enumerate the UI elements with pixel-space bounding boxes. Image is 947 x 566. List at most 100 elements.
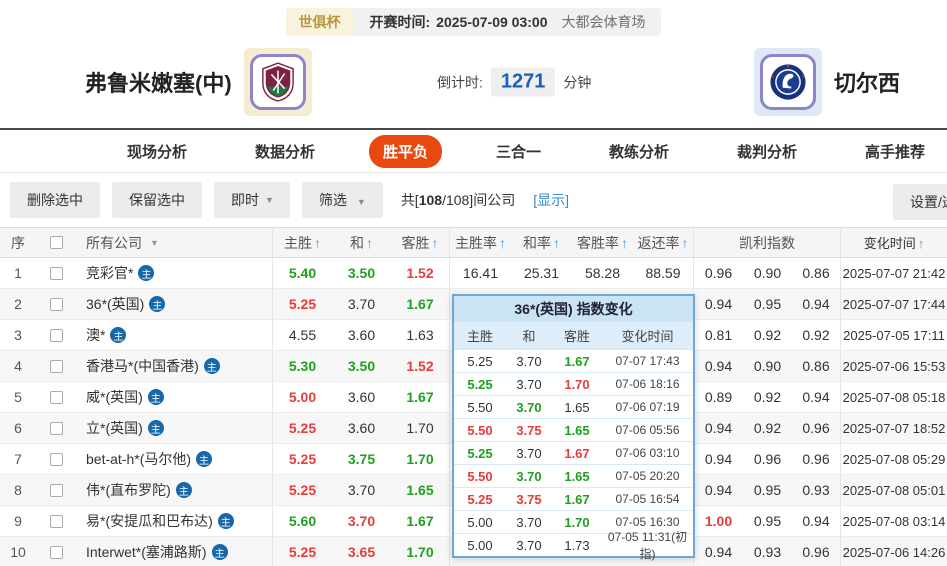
company-name[interactable]: 香港马*(中国香港) — [86, 356, 199, 376]
company-name[interactable]: Interwet*(塞浦路斯) — [86, 542, 207, 562]
company-cell[interactable]: 易*(安提瓜和巴布达) 主 — [76, 506, 273, 536]
company-name[interactable]: 竞彩官* — [86, 263, 133, 283]
row-checkbox-cell — [36, 452, 76, 466]
draw-odds-cell[interactable]: 3.50 — [332, 358, 391, 374]
header-company[interactable]: 所有公司 ▼ — [76, 228, 273, 257]
away-odds-cell[interactable]: 1.67 — [391, 289, 450, 319]
home-odds-cell[interactable]: 5.60 — [273, 513, 332, 529]
row-checkbox[interactable] — [49, 421, 63, 435]
company-name[interactable]: 威*(英国) — [86, 387, 143, 407]
draw-odds-cell[interactable]: 3.65 — [332, 544, 391, 560]
row-checkbox[interactable] — [49, 297, 63, 311]
away-odds-cell[interactable]: 1.65 — [391, 475, 450, 505]
row-checkbox[interactable] — [49, 390, 63, 404]
row-checkbox[interactable] — [49, 328, 63, 342]
kelly-home-cell: 0.94 — [704, 451, 733, 467]
away-odds-cell[interactable]: 1.52 — [391, 351, 450, 381]
company-name[interactable]: 澳* — [86, 325, 105, 345]
away-odds-cell[interactable]: 1.67 — [391, 382, 450, 412]
settings-select-button[interactable]: 设置/选择 — [893, 184, 947, 220]
popup-change-time: 07-06 03:10 — [615, 446, 680, 460]
home-odds-cell[interactable]: 5.25 — [273, 296, 332, 312]
tab-coach[interactable]: 教练分析 — [595, 135, 683, 168]
away-odds-cell[interactable]: 1.70 — [391, 413, 450, 443]
tab-live[interactable]: 现场分析 — [113, 135, 201, 168]
toolbar: 删除选中 保留选中 即时 ▼ 筛选 ▼ 共[108/108]间公司 [显示] 设… — [0, 173, 947, 227]
keep-selected-button[interactable]: 保留选中 — [112, 182, 202, 218]
company-cell[interactable]: Interwet*(塞浦路斯) 主 — [76, 537, 273, 566]
row-checkbox[interactable] — [49, 266, 63, 280]
company-cell[interactable]: 竞彩官* 主 — [76, 258, 273, 288]
away-odds-cell[interactable]: 1.70 — [391, 444, 450, 474]
tab-expert[interactable]: 高手推荐 — [851, 135, 939, 168]
row-checkbox[interactable] — [49, 545, 63, 559]
kickoff-label: 开赛时间: — [369, 14, 431, 30]
home-odds-cell[interactable]: 5.30 — [273, 358, 332, 374]
company-cell[interactable]: 澳* 主 — [76, 320, 273, 350]
draw-odds-cell[interactable]: 3.70 — [332, 513, 391, 529]
draw-odds-cell[interactable]: 3.50 — [332, 265, 391, 281]
company-cell[interactable]: 36*(英国) 主 — [76, 289, 273, 319]
company-name[interactable]: bet-at-h*(马尔他) — [86, 449, 191, 469]
kelly-draw-cell: 0.95 — [753, 482, 782, 498]
company-name[interactable]: 立*(英国) — [86, 418, 143, 438]
header-change-time[interactable]: 变化时间 ↑ — [841, 233, 947, 252]
company-cell[interactable]: 伟*(直布罗陀) 主 — [76, 475, 273, 505]
header-away-rate[interactable]: 客胜率 ↑ — [572, 233, 633, 253]
header-home-odds[interactable]: 主胜 ↑ — [273, 233, 332, 253]
row-checkbox[interactable] — [49, 514, 63, 528]
popup-change-time: 07-05 16:30 — [615, 515, 680, 529]
header-away-odds[interactable]: 客胜 ↑ — [391, 228, 450, 257]
company-cell[interactable]: 香港马*(中国香港) 主 — [76, 351, 273, 381]
tab-data[interactable]: 数据分析 — [241, 135, 329, 168]
home-odds-cell[interactable]: 5.40 — [273, 265, 332, 281]
header-home-rate[interactable]: 主胜率 ↑ — [450, 233, 511, 253]
company-name[interactable]: 36*(英国) — [86, 294, 144, 314]
company-name[interactable]: 易*(安提瓜和巴布达) — [86, 511, 213, 531]
filter-button[interactable]: 筛选 ▼ — [302, 182, 383, 218]
draw-odds-cell[interactable]: 3.75 — [332, 451, 391, 467]
tab-three-in-one[interactable]: 三合一 — [482, 135, 555, 168]
home-odds-cell[interactable]: 5.25 — [273, 482, 332, 498]
away-odds-cell[interactable]: 1.63 — [391, 320, 450, 350]
company-cell[interactable]: 威*(英国) 主 — [76, 382, 273, 412]
kelly-home-cell: 0.94 — [704, 544, 733, 560]
draw-odds-cell[interactable]: 3.60 — [332, 327, 391, 343]
match-header: 弗鲁米嫩塞(中) 倒计时: 1271 分钟 切尔西 — [0, 36, 947, 128]
home-odds-cell[interactable]: 5.00 — [273, 389, 332, 405]
tab-referee[interactable]: 裁判分析 — [723, 135, 811, 168]
show-link[interactable]: [显示] — [533, 190, 569, 210]
select-all-checkbox[interactable] — [49, 236, 63, 249]
draw-odds-cell[interactable]: 3.60 — [332, 389, 391, 405]
away-odds-cell[interactable]: 1.70 — [391, 537, 450, 566]
home-odds-cell[interactable]: 5.25 — [273, 451, 332, 467]
away-odds-cell[interactable]: 1.67 — [391, 506, 450, 536]
kelly-away-cell: 0.94 — [792, 506, 841, 536]
company-cell[interactable]: bet-at-h*(马尔他) 主 — [76, 444, 273, 474]
home-odds-cell[interactable]: 5.25 — [273, 544, 332, 560]
draw-odds-cell[interactable]: 3.70 — [332, 296, 391, 312]
popup-change-time: 07-05 11:31(初指) — [607, 530, 688, 561]
header-draw-odds[interactable]: 和 ↑ — [332, 233, 391, 253]
popup-header-time: 变化时间 — [621, 329, 674, 344]
away-odds-cell[interactable]: 1.52 — [391, 258, 450, 288]
header-return-rate[interactable]: 返还率 ↑ — [633, 228, 694, 257]
draw-odds-cell[interactable]: 3.60 — [332, 420, 391, 436]
row-checkbox[interactable] — [49, 483, 63, 497]
home-odds-cell[interactable]: 4.55 — [273, 327, 332, 343]
tab-wdl[interactable]: 胜平负 — [368, 134, 442, 168]
row-checkbox-cell — [36, 297, 76, 311]
kelly-draw-cell: 0.92 — [753, 327, 782, 343]
time-mode-select[interactable]: 即时 ▼ — [214, 182, 290, 218]
zhu-badge-icon: 主 — [147, 389, 164, 405]
header-checkbox-cell — [36, 236, 76, 249]
home-odds-cell[interactable]: 5.25 — [273, 420, 332, 436]
delete-selected-button[interactable]: 删除选中 — [10, 182, 100, 218]
draw-odds-cell[interactable]: 3.70 — [332, 482, 391, 498]
row-checkbox[interactable] — [49, 359, 63, 373]
popup-away-odds: 1.67 — [564, 353, 590, 369]
company-name[interactable]: 伟*(直布罗陀) — [86, 480, 171, 500]
row-checkbox[interactable] — [49, 452, 63, 466]
header-draw-rate[interactable]: 和率 ↑ — [511, 233, 572, 253]
company-cell[interactable]: 立*(英国) 主 — [76, 413, 273, 443]
